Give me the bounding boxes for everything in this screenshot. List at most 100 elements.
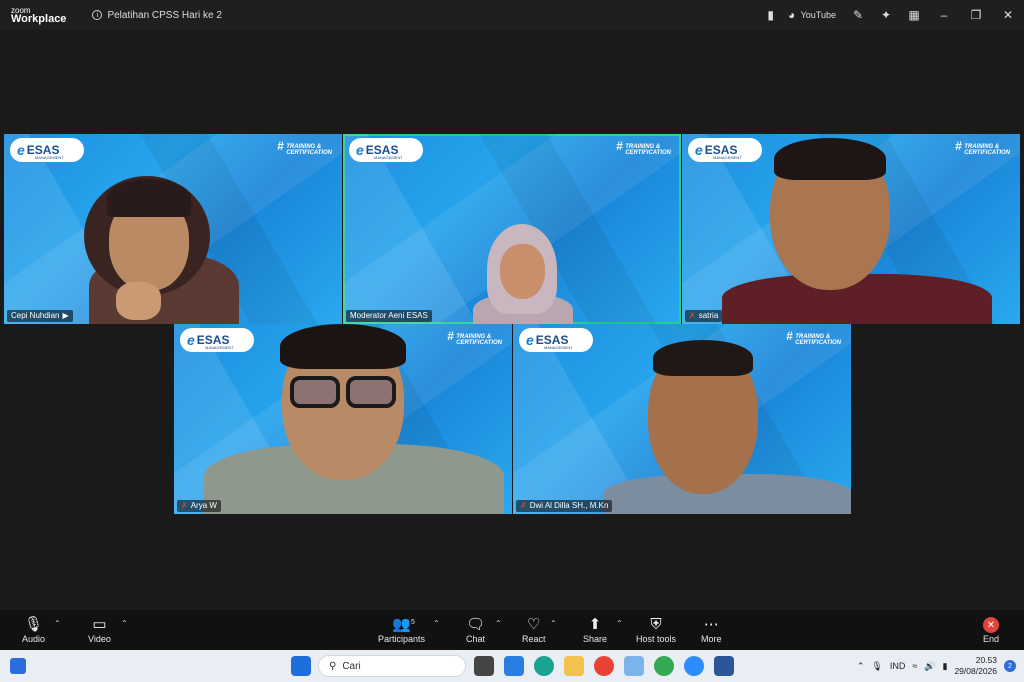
- video-tile-arya[interactable]: e ESAS MANAGEMENT # TRAINING & CERTIFICATION…: [174, 324, 512, 514]
- name-tag: ✗ Dwi Al Dilla SH., M.Kn: [516, 500, 613, 512]
- wifi-icon[interactable]: ≈: [912, 661, 917, 671]
- widgets-icon[interactable]: [10, 658, 26, 674]
- training-tag: # TRAINING & CERTIFICATION: [955, 140, 1010, 156]
- chat-icon: 🗨: [466, 616, 486, 633]
- end-label: End: [983, 634, 1000, 644]
- share-screen-icon: ⬆: [588, 616, 602, 633]
- more-button[interactable]: ⋯ More: [701, 614, 722, 644]
- react-label: React: [522, 634, 546, 644]
- logo-sub: MANAGEMENT: [544, 345, 573, 350]
- participant-name: Cepi Nuhdian: [11, 311, 60, 320]
- video-options-chevron-icon[interactable]: ⌃: [121, 619, 128, 628]
- more-label: More: [701, 634, 722, 644]
- share-options-chevron-icon[interactable]: ⌃: [616, 619, 623, 628]
- video-tile-cepi[interactable]: e ESAS MANAGEMENT # TRAINING & CERTIFICATION…: [4, 134, 342, 324]
- word-icon[interactable]: [714, 656, 734, 676]
- react-options-chevron-icon[interactable]: ⌃: [550, 619, 557, 628]
- tag-line2: CERTIFICATION: [625, 150, 671, 156]
- mic-muted-icon: ✗: [181, 501, 188, 510]
- chrome-icon[interactable]: [594, 656, 614, 676]
- volume-icon[interactable]: 🔊: [924, 661, 935, 672]
- chat-button[interactable]: 🗨 Chat: [466, 614, 485, 644]
- youtube-live-icon: ◕: [788, 8, 796, 22]
- esas-logo: e ESAS MANAGEMENT: [519, 328, 593, 352]
- tag-line2: CERTIFICATION: [964, 150, 1010, 156]
- video-label: Video: [88, 634, 111, 644]
- end-button[interactable]: ✕ End: [983, 614, 999, 644]
- zoom-app-icon[interactable]: [684, 656, 704, 676]
- file-explorer-icon[interactable]: [564, 656, 584, 676]
- meeting-info-button[interactable]: i Pelatihan CPSS Hari ke 2: [92, 10, 222, 21]
- video-tile-dwi[interactable]: e ESAS MANAGEMENT # TRAINING & CERTIFICATION…: [513, 324, 851, 514]
- video-tile-satria[interactable]: e ESAS MANAGEMENT # TRAINING & CERTIFICATION…: [682, 134, 1020, 324]
- windows-taskbar: ⚲ Cari ⌃ 🎙 IND ≈ 🔊 ▮ 20.53 29/08/2026 2: [0, 650, 1024, 682]
- participant-name: Dwi Al Dilla SH., M.Kn: [529, 501, 609, 510]
- video-button[interactable]: ▭ Video: [88, 614, 111, 644]
- ai-companion-icon[interactable]: ✦: [872, 0, 900, 30]
- esas-logo: e ESAS MANAGEMENT: [10, 138, 84, 162]
- logo-e: e: [526, 332, 534, 348]
- logo-e: e: [17, 142, 25, 158]
- esas-logo: e ESAS MANAGEMENT: [349, 138, 423, 162]
- task-view-icon[interactable]: [474, 656, 494, 676]
- store-icon[interactable]: [504, 656, 524, 676]
- microphone-icon: 🎙: [23, 616, 44, 633]
- info-icon: i: [92, 10, 103, 20]
- tag-line2: CERTIFICATION: [286, 150, 332, 156]
- hashtag: #: [616, 139, 623, 153]
- react-button[interactable]: ♡ React: [522, 614, 546, 644]
- share-label: Share: [583, 634, 608, 644]
- chrome-profile-icon[interactable]: [654, 656, 674, 676]
- end-icon: ✕: [983, 617, 999, 633]
- camera-icon: ▭: [92, 616, 107, 633]
- title-bar: zoom Workplace i Pelatihan CPSS Hari ke …: [0, 0, 1024, 30]
- name-tag: ✗ satria: [685, 310, 723, 322]
- video-tile-moderator[interactable]: e ESAS MANAGEMENT # TRAINING & CERTIFICATION…: [343, 134, 681, 324]
- clock[interactable]: 20.53 29/08/2026: [954, 655, 997, 677]
- battery-icon[interactable]: ▮: [943, 661, 948, 672]
- more-dots-icon: ⋯: [703, 616, 719, 633]
- hashtag: #: [786, 329, 793, 343]
- logo-sub: MANAGEMENT: [713, 155, 742, 160]
- share-button[interactable]: ⬆ Share: [583, 614, 607, 644]
- edge-icon[interactable]: [534, 656, 554, 676]
- microphone-tray-icon[interactable]: 🎙: [871, 661, 882, 672]
- logo-e: e: [695, 142, 703, 158]
- system-tray: ⌃ 🎙 IND ≈ 🔊 ▮ 20.53 29/08/2026 2: [857, 650, 1016, 682]
- zoom-logo: zoom Workplace: [11, 6, 66, 25]
- chat-options-chevron-icon[interactable]: ⌃: [495, 619, 502, 628]
- logo-sub: MANAGEMENT: [205, 345, 234, 350]
- hashtag: #: [447, 329, 454, 343]
- taskbar-search[interactable]: ⚲ Cari: [318, 655, 466, 677]
- encryption-shield-icon[interactable]: ▮: [757, 0, 785, 30]
- snipping-tool-icon[interactable]: [624, 656, 644, 676]
- hashtag: #: [277, 139, 284, 153]
- minimize-button[interactable]: –: [928, 0, 960, 30]
- restore-button[interactable]: ❐: [960, 0, 992, 30]
- pen-icon[interactable]: ✎: [844, 0, 872, 30]
- participants-count: 5: [411, 619, 415, 626]
- participant-name: Moderator Aeni ESAS: [350, 311, 428, 320]
- start-icon[interactable]: [291, 656, 311, 676]
- participants-options-chevron-icon[interactable]: ⌃: [433, 619, 440, 628]
- name-tag: Cepi Nuhdian ▶: [7, 310, 73, 322]
- input-language[interactable]: IND: [890, 661, 906, 671]
- heart-icon: ♡: [527, 616, 541, 633]
- close-button[interactable]: ✕: [992, 0, 1024, 30]
- host-tools-button[interactable]: ⛨ Host tools: [636, 614, 676, 645]
- audio-options-chevron-icon[interactable]: ⌃: [54, 619, 61, 628]
- hashtag: #: [955, 139, 962, 153]
- view-grid-icon[interactable]: ▦: [900, 0, 928, 30]
- name-tag: Moderator Aeni ESAS: [346, 310, 432, 322]
- logo-e: e: [356, 142, 364, 158]
- stream-label[interactable]: YouTube: [801, 10, 836, 20]
- participants-button[interactable]: 👥 Participants: [378, 614, 425, 644]
- chat-label: Chat: [466, 634, 486, 644]
- shield-icon: ⛨: [650, 615, 662, 633]
- notification-badge[interactable]: 2: [1004, 660, 1016, 672]
- video-gallery: e ESAS MANAGEMENT # TRAINING & CERTIFICATION…: [0, 30, 1024, 610]
- name-suffix: ▶: [62, 311, 69, 320]
- audio-button[interactable]: 🎙 Audio: [22, 614, 45, 644]
- clock-time: 20.53: [975, 655, 997, 665]
- tray-overflow-chevron-icon[interactable]: ⌃: [857, 661, 865, 672]
